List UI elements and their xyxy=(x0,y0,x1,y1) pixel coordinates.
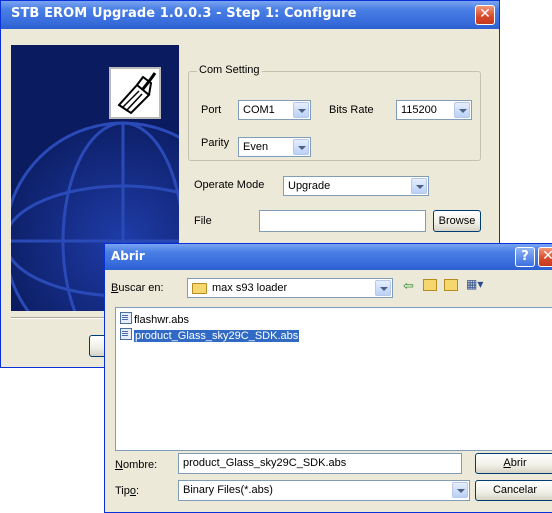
cancel-button[interactable]: Cancelar xyxy=(475,480,552,501)
back-arrow-icon[interactable]: ⇦ xyxy=(403,278,414,294)
main-titlebar[interactable]: STB EROM Upgrade 1.0.0.3 - Step 1: Confi… xyxy=(1,1,499,29)
file-label: File xyxy=(194,215,212,227)
file-item-flashwr[interactable]: flashwr.abs xyxy=(120,312,189,326)
file-type-dropdown-arrow-icon[interactable] xyxy=(452,482,468,498)
help-button[interactable]: ? xyxy=(515,247,535,267)
parity-label: Parity xyxy=(201,137,230,149)
rj45-connector-icon xyxy=(109,67,161,119)
dialog-close-button[interactable]: ✕ xyxy=(538,247,552,267)
operate-mode-dropdown-arrow-icon[interactable] xyxy=(411,178,427,194)
browse-button[interactable]: Browse xyxy=(433,210,481,232)
port-select[interactable]: COM1 xyxy=(238,100,311,120)
file-name-input[interactable]: product_Glass_sky29C_SDK.abs xyxy=(178,453,462,474)
parity-dropdown-arrow-icon[interactable] xyxy=(293,139,309,155)
look-in-select[interactable]: max s93 loader xyxy=(187,278,393,298)
port-label: Port xyxy=(201,104,222,116)
main-close-button[interactable]: ✕ xyxy=(475,5,495,25)
open-button[interactable]: Abrir xyxy=(475,453,552,474)
file-path-input[interactable] xyxy=(259,210,426,232)
operate-mode-label: Operate Mode xyxy=(194,179,265,191)
dialog-title: Abrir xyxy=(111,249,145,263)
file-type-value: Binary Files(*.abs) xyxy=(183,484,273,496)
look-in-value: max s93 loader xyxy=(212,282,288,294)
file-name-label: Nombre: xyxy=(115,459,158,471)
dialog-titlebar[interactable]: Abrir ? ✕ xyxy=(105,244,552,270)
operate-mode-value: Upgrade xyxy=(288,180,331,192)
new-folder-icon[interactable] xyxy=(444,279,458,291)
view-menu-icon[interactable]: ▦▾ xyxy=(466,277,483,291)
file-type-label: Tipo: xyxy=(115,485,140,497)
file-icon xyxy=(120,328,132,340)
port-dropdown-arrow-icon[interactable] xyxy=(293,102,309,118)
file-type-select[interactable]: Binary Files(*.abs) xyxy=(178,480,470,501)
parity-value: Even xyxy=(243,141,269,153)
look-in-label: Buscar en: xyxy=(111,282,164,294)
operate-mode-select[interactable]: Upgrade xyxy=(283,176,429,196)
open-file-dialog: Abrir ? ✕ Buscar en: max s93 loader ⇦ ▦▾… xyxy=(104,243,552,513)
port-value: COM1 xyxy=(243,104,275,116)
bits-rate-label: Bits Rate xyxy=(329,104,374,116)
bits-rate-dropdown-arrow-icon[interactable] xyxy=(454,102,470,118)
file-list[interactable]: flashwr.abs product_Glass_sky29C_SDK.abs xyxy=(115,307,552,451)
up-folder-icon[interactable] xyxy=(423,279,437,291)
parity-select[interactable]: Even xyxy=(238,137,311,157)
com-setting-label: Com Setting xyxy=(197,64,262,76)
file-item-product-glass[interactable]: product_Glass_sky29C_SDK.abs xyxy=(120,328,300,342)
bits-rate-value: 115200 xyxy=(401,104,437,116)
folder-icon xyxy=(192,283,207,294)
main-window-title: STB EROM Upgrade 1.0.0.3 - Step 1: Confi… xyxy=(11,6,357,21)
file-icon xyxy=(120,312,132,324)
bits-rate-select[interactable]: 115200 xyxy=(396,100,472,120)
file-name-value: product_Glass_sky29C_SDK.abs xyxy=(183,457,347,469)
look-in-dropdown-arrow-icon[interactable] xyxy=(375,280,391,296)
